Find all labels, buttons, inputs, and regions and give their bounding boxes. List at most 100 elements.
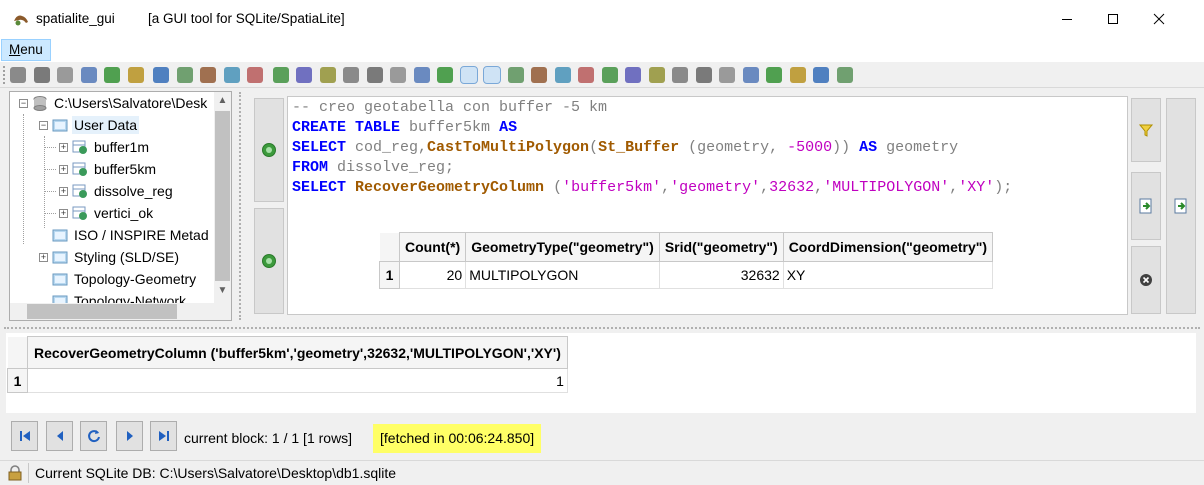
toolbar-srid-icon[interactable] (319, 67, 336, 83)
toolbar-attach-icon[interactable] (127, 67, 144, 83)
toolbar-sld-icon[interactable] (672, 67, 688, 83)
toolbar-disconnect-icon[interactable] (33, 67, 50, 83)
toolbar-raster-icon[interactable] (601, 67, 618, 83)
table-cell[interactable]: 20 (398, 261, 467, 289)
history-button[interactable] (254, 208, 284, 314)
column-header[interactable]: Srid("geometry") (658, 232, 784, 262)
tree-item-table[interactable]: + dissolve_reg (59, 180, 175, 202)
result-grid[interactable]: RecoverGeometryColumn ('buffer5km','geom… (7, 336, 568, 393)
scroll-down-icon[interactable]: ▼ (214, 282, 231, 299)
toolbar-virtual-shp-icon[interactable] (200, 67, 216, 83)
tree-item-user-data[interactable]: − User Data (39, 114, 140, 136)
row-number[interactable]: 1 (7, 368, 28, 393)
tree-item-topology-geometry[interactable]: Topology-Geometry (52, 268, 198, 290)
menu-button[interactable]: Menu (1, 39, 51, 61)
toolbar-connect-icon[interactable] (10, 67, 26, 83)
table-cell[interactable]: 32632 (658, 261, 784, 289)
toolbar-load-shp-icon[interactable] (176, 67, 193, 83)
toolbar-dump-icon[interactable] (719, 67, 735, 83)
filter-button[interactable] (1131, 98, 1161, 162)
table-row[interactable]: 1 20 MULTIPOLYGON 32632 XY (379, 261, 994, 289)
column-header[interactable]: CoordDimension("geometry") (782, 232, 994, 262)
toolbar-check-icon[interactable] (507, 67, 524, 83)
toolbar-styles-icon[interactable] (648, 67, 665, 83)
column-header[interactable]: Count(*) (398, 232, 467, 262)
scroll-thumb[interactable] (215, 111, 230, 281)
last-page-button[interactable] (150, 421, 177, 451)
sql-line: FROM dissolve_reg; (292, 159, 455, 176)
expand-icon[interactable]: + (39, 252, 48, 262)
toolbar-mark-icon[interactable] (742, 67, 759, 83)
toolbar-kml-icon[interactable] (483, 66, 501, 84)
table-cell[interactable]: XY (782, 261, 994, 289)
tree-item-metadata[interactable]: ISO / INSPIRE Metad (52, 224, 211, 246)
tree-item-table[interactable]: + buffer1m (59, 136, 151, 158)
toolbar-stats-icon[interactable] (695, 67, 712, 83)
toolbar-vector-icon[interactable] (578, 67, 594, 83)
row-number[interactable]: 1 (379, 261, 400, 289)
toolbar-check-geom-icon[interactable] (531, 67, 547, 83)
load-sql-button[interactable] (1131, 172, 1161, 240)
scroll-up-icon[interactable]: ▲ (214, 92, 231, 109)
tree-item-db[interactable]: − C:\Users\Salvatore\Desk (19, 92, 209, 114)
sql-line: SELECT RecoverGeometryColumn ('buffer5km… (292, 179, 1013, 196)
expand-icon[interactable]: + (59, 164, 68, 174)
previous-page-button[interactable] (46, 421, 73, 451)
minimize-button[interactable] (1044, 0, 1090, 38)
toolbar-charset-icon[interactable] (343, 67, 359, 83)
inline-result-grid[interactable]: Count(*) GeometryType("geometry") Srid("… (379, 232, 994, 289)
scroll-thumb[interactable] (27, 304, 177, 319)
close-window-button[interactable] (1136, 0, 1182, 38)
toolbar-gml-icon[interactable] (459, 66, 478, 84)
table-row[interactable]: 1 1 (7, 368, 568, 393)
expand-icon[interactable]: + (59, 208, 68, 218)
toolbar-blob-icon[interactable] (766, 67, 782, 83)
expand-icon[interactable]: + (59, 142, 68, 152)
result-grid-panel[interactable]: RecoverGeometryColumn ('buffer5km','geom… (6, 333, 1196, 413)
table-cell[interactable]: 1 (27, 368, 568, 393)
column-header[interactable]: GeometryType("geometry") (465, 232, 660, 262)
sql-comment: -- creo geotabella con buffer -5 km (292, 99, 608, 116)
table-cell[interactable]: MULTIPOLYGON (465, 261, 660, 289)
save-sql-button[interactable] (1166, 98, 1196, 314)
abort-button[interactable] (1131, 246, 1161, 314)
toolbar-dbf-icon[interactable] (437, 67, 453, 83)
toolbar-help-icon[interactable] (789, 67, 806, 83)
toolbar-virtual-xl-icon[interactable] (247, 67, 263, 83)
sql-editor[interactable]: -- creo geotabella con buffer -5 km CREA… (287, 96, 1128, 315)
collapse-icon[interactable]: − (39, 120, 48, 130)
toolbar-map-icon[interactable] (366, 67, 383, 83)
tree-vertical-scrollbar[interactable]: ▲ ▼ (214, 92, 231, 320)
expand-icon[interactable]: + (59, 186, 68, 196)
tree-item-table[interactable]: + buffer5km (59, 158, 158, 180)
tree-item-styling[interactable]: + Styling (SLD/SE) (39, 246, 181, 268)
toolbar-virtual-csv-icon[interactable] (223, 67, 240, 83)
tree-item-label: dissolve_reg (94, 183, 173, 199)
toolbar-memory-db-icon[interactable] (80, 67, 97, 83)
maximize-button[interactable] (1090, 0, 1136, 38)
toolbar-topology-icon[interactable] (625, 67, 641, 83)
db-tree-panel[interactable]: − C:\Users\Salvatore\Desk − User Data + … (9, 91, 232, 321)
toolbar-export-icon[interactable] (413, 67, 430, 83)
collapse-icon[interactable]: − (19, 98, 28, 108)
toolbar-network-icon[interactable] (272, 67, 289, 83)
sql-line: SELECT cod_reg,CastToMultiPolygon(St_Buf… (292, 139, 959, 156)
toolbar-wkt-icon[interactable] (296, 67, 312, 83)
toolbar-create-db-icon[interactable] (57, 67, 73, 83)
horizontal-splitter[interactable] (4, 327, 1200, 330)
next-page-button[interactable] (116, 421, 143, 451)
execute-sql-button[interactable] (254, 98, 284, 202)
toolbar-exit-icon[interactable] (836, 67, 853, 83)
column-header[interactable]: RecoverGeometryColumn ('buffer5km','geom… (27, 336, 568, 369)
refresh-button[interactable] (80, 421, 107, 451)
status-text: Current SQLite DB: C:\Users\Salvatore\De… (35, 465, 397, 481)
first-page-button[interactable] (11, 421, 38, 451)
toolbar-about-icon[interactable] (813, 67, 829, 83)
toolbar-sanitize-icon[interactable] (554, 67, 571, 83)
toolbar-import-icon[interactable] (390, 67, 406, 83)
tree-horizontal-scrollbar[interactable] (10, 303, 216, 320)
toolbar-sql-log-icon[interactable] (153, 67, 169, 83)
tree-item-table[interactable]: + vertici_ok (59, 202, 155, 224)
toolbar-vacuum-icon[interactable] (104, 67, 120, 83)
vertical-splitter[interactable] (239, 92, 243, 320)
